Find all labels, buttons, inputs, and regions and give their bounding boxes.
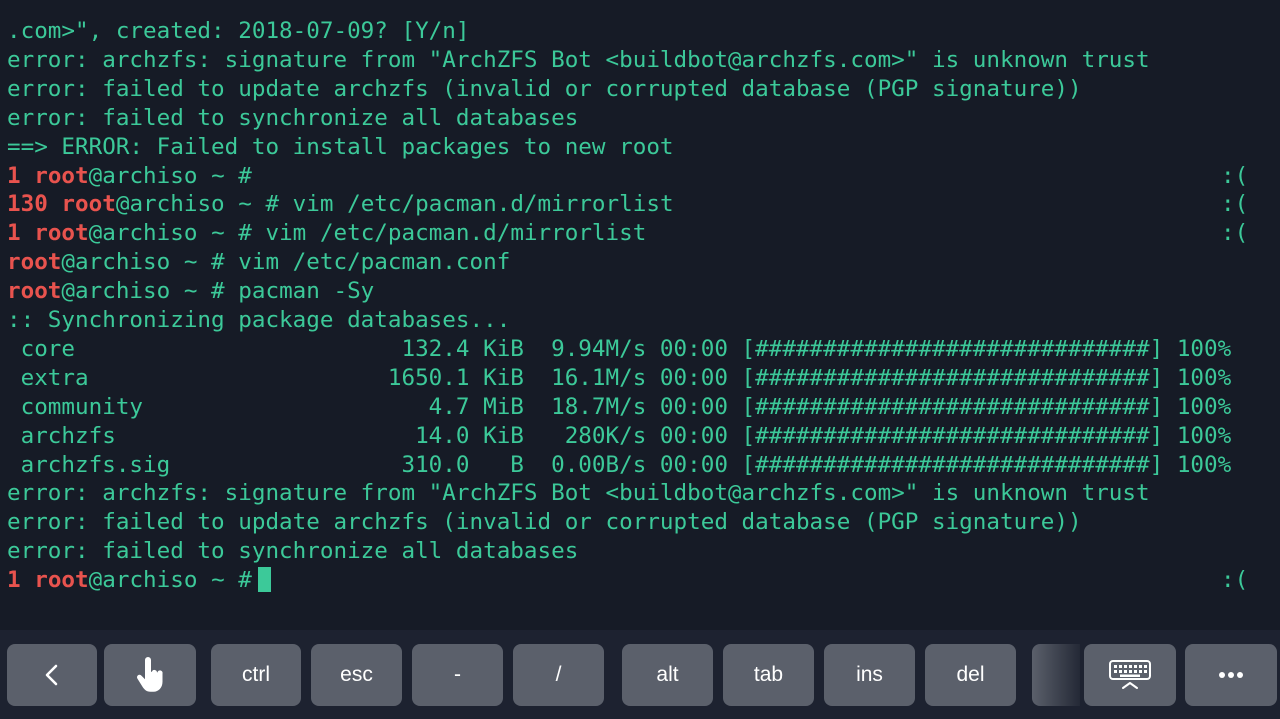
line-text: archzfs 14.0 KiB 280K/s 00:00 [#########…	[7, 422, 1232, 449]
line-text: @archiso ~ # vim /etc/pacman.conf	[61, 249, 511, 276]
line-text: error: failed to synchronize all databas…	[7, 104, 579, 131]
alt-key-label: alt	[656, 663, 679, 686]
exit-code: 1	[7, 162, 35, 189]
terminal-line: 130 root@archiso ~ # vim /etc/pacman.d/m…	[7, 190, 674, 219]
hand-pointer-icon	[134, 656, 166, 694]
line-text: extra 1650.1 KiB 16.1M/s 00:00 [########…	[7, 364, 1232, 391]
prompt-user: root	[34, 220, 89, 247]
terminal-line: 1 root@archiso ~ # vim /etc/pacman.d/mir…	[7, 219, 646, 248]
line-text: error: failed to update archzfs (invalid…	[7, 75, 1082, 102]
terminal-line: error: archzfs: signature from "ArchZFS …	[7, 479, 1150, 508]
terminal-line: root@archiso ~ # pacman -Sy	[7, 277, 374, 306]
line-text: :: Synchronizing package databases...	[7, 307, 511, 333]
line-text: .com>", created: 2018-07-09? [Y/n]	[7, 18, 470, 44]
prompt-user: root	[7, 249, 62, 276]
line-text: core 132.4 KiB 9.94M/s 00:00 [##########…	[7, 335, 1232, 362]
scroll-fade	[1032, 644, 1080, 706]
terminal-line: error: failed to update archzfs (invalid…	[7, 508, 1082, 537]
terminal-line: :: Synchronizing package databases...	[7, 306, 510, 335]
terminal-line: 1 root@archiso ~ #	[7, 566, 271, 595]
slash-key[interactable]: /	[513, 644, 604, 706]
ins-key[interactable]: ins	[824, 644, 915, 706]
prompt-user: root	[61, 191, 116, 218]
prompt-user: root	[7, 278, 62, 305]
exit-code: 1	[7, 567, 35, 594]
line-text: error: archzfs: signature from "ArchZFS …	[7, 480, 1150, 507]
line-text: ==> ERROR: Failed to install packages to…	[7, 133, 674, 160]
dash-key[interactable]: -	[412, 644, 503, 706]
terminal-line: error: failed to synchronize all databas…	[7, 104, 578, 133]
touch-mode-key[interactable]	[104, 644, 196, 706]
esc-key[interactable]: esc	[311, 644, 402, 706]
terminal-line: ==> ERROR: Failed to install packages to…	[7, 133, 674, 162]
line-text: error: failed to synchronize all databas…	[7, 538, 579, 565]
ins-key-label: ins	[856, 663, 883, 686]
line-text: error: failed to update archzfs (invalid…	[7, 509, 1082, 536]
tab-key-label: tab	[753, 663, 784, 686]
back-key[interactable]	[7, 644, 97, 706]
error-status-indicator: :(	[1221, 191, 1249, 218]
line-text: @archiso ~ # vim /etc/pacman.d/mirrorlis…	[115, 191, 674, 218]
line-text: @archiso ~ # vim /etc/pacman.d/mirrorlis…	[88, 220, 647, 247]
terminal-line: archzfs.sig 310.0 B 0.00B/s 00:00 [#####…	[7, 451, 1232, 480]
ctrl-key[interactable]: ctrl	[211, 644, 301, 706]
text-cursor	[257, 567, 271, 593]
keyboard-icon	[1108, 659, 1152, 691]
terminal-line: 1 root@archiso ~ #	[7, 162, 252, 191]
dash-key-label: -	[454, 663, 461, 686]
terminal-line: archzfs 14.0 KiB 280K/s 00:00 [#########…	[7, 422, 1232, 451]
more-dots-icon	[1218, 671, 1244, 679]
terminal-line: core 132.4 KiB 9.94M/s 00:00 [##########…	[7, 335, 1232, 364]
extra-keys-bar: ctrl esc - / alt tab ins del	[0, 630, 1280, 719]
error-status-indicator: :(	[1221, 567, 1249, 594]
tab-key[interactable]: tab	[723, 644, 814, 706]
line-text: community 4.7 MiB 18.7M/s 00:00 [#######…	[7, 393, 1232, 420]
terminal-line: error: archzfs: signature from "ArchZFS …	[7, 46, 1150, 75]
prompt-user: root	[34, 567, 89, 594]
esc-key-label: esc	[340, 663, 373, 686]
line-text: @archiso ~ #	[88, 162, 252, 189]
exit-code: 1	[7, 220, 35, 247]
line-text: archzfs.sig 310.0 B 0.00B/s 00:00 [#####…	[7, 451, 1232, 478]
terminal-line: error: failed to update archzfs (invalid…	[7, 75, 1082, 104]
keyboard-toggle-key[interactable]	[1084, 644, 1176, 706]
ctrl-key-label: ctrl	[242, 663, 270, 686]
alt-key[interactable]: alt	[622, 644, 713, 706]
terminal-screen[interactable]: .com>", created: 2018-07-09? [Y/n] error:…	[0, 0, 1280, 630]
terminal-line: community 4.7 MiB 18.7M/s 00:00 [#######…	[7, 393, 1232, 422]
error-status-indicator: :(	[1221, 220, 1249, 247]
terminal-line: error: failed to synchronize all databas…	[7, 537, 578, 566]
line-text: @archiso ~ # pacman -Sy	[61, 278, 375, 305]
terminal-line: .com>", created: 2018-07-09? [Y/n]	[7, 17, 470, 46]
prompt-user: root	[34, 162, 89, 189]
exit-code: 130	[7, 191, 62, 218]
chevron-left-icon	[43, 663, 61, 687]
del-key[interactable]: del	[925, 644, 1016, 706]
more-key[interactable]	[1185, 644, 1277, 706]
line-text: @archiso ~ #	[88, 567, 252, 594]
error-status-indicator: :(	[1221, 162, 1249, 189]
slash-key-label: /	[555, 663, 562, 686]
del-key-label: del	[956, 663, 985, 686]
line-text: error: archzfs: signature from "ArchZFS …	[7, 46, 1150, 73]
terminal-line: root@archiso ~ # vim /etc/pacman.conf	[7, 248, 510, 277]
terminal-line: extra 1650.1 KiB 16.1M/s 00:00 [########…	[7, 364, 1232, 393]
